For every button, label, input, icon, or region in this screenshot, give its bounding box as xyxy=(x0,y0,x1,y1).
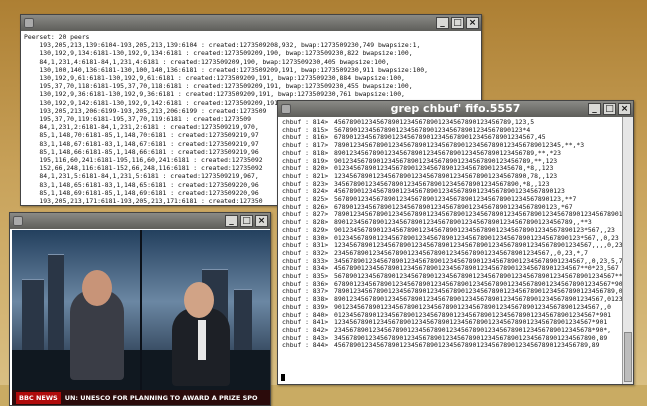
video-person-right-head xyxy=(184,282,214,318)
peerset-header: Peerset: 20 peers xyxy=(24,33,90,41)
peer-line: 195,37,70,118:6181-195,37,70,118:6181 : … xyxy=(24,82,413,91)
video-split-divider xyxy=(140,230,142,390)
video-frame[interactable]: BBC NEWS UN: UNESCO FOR PLANNING TO AWAR… xyxy=(12,230,270,405)
text-cursor xyxy=(281,374,285,381)
close-button[interactable]: × xyxy=(466,17,479,29)
minimize-button[interactable]: _ xyxy=(588,103,601,115)
scrollbar-thumb[interactable] xyxy=(624,332,632,382)
video-person-left-head xyxy=(82,270,112,306)
scrollbar[interactable] xyxy=(622,117,633,384)
peer-line: 84,1,231,4:6181-84,1,231,4:6181 : create… xyxy=(24,57,390,66)
window-title: grep chbuf' fifo.5557 xyxy=(390,102,521,115)
peer-line: 130,192,9,134:6181-130,192,9,134:6181 : … xyxy=(24,49,413,58)
maximize-button[interactable]: □ xyxy=(451,17,464,29)
window-menu-icon[interactable] xyxy=(24,18,34,28)
close-button[interactable]: × xyxy=(618,103,631,115)
minimize-button[interactable]: _ xyxy=(436,17,449,29)
video-player-window[interactable]: _ □ × BBC NEWS UN: UNESCO FOR PLANNING T… xyxy=(9,212,271,406)
peer-line: 130,192,9,36:6181-130,192,9,36:6181 : cr… xyxy=(24,90,405,99)
news-ticker: BBC NEWS UN: UNESCO FOR PLANNING TO AWAR… xyxy=(12,390,270,405)
peer-line: 130,100,140,136:6181-130,100,140,136:618… xyxy=(24,65,428,74)
title-bar[interactable]: grep chbuf' fifo.5557 _ □ × xyxy=(278,101,633,117)
grep-line: chbuf : 844> 4567890123456789012345678901… xyxy=(282,342,621,350)
ticker-brand: BBC NEWS xyxy=(16,391,61,404)
close-button[interactable]: × xyxy=(255,215,268,227)
title-bar[interactable]: _ □ × xyxy=(10,213,270,229)
peer-line: 130,192,9,61:6181-130,192,9,61:6181 : cr… xyxy=(24,74,405,83)
maximize-button[interactable]: □ xyxy=(603,103,616,115)
window-menu-icon[interactable] xyxy=(13,216,23,226)
minimize-button[interactable]: _ xyxy=(225,215,238,227)
title-bar[interactable]: _ □ × xyxy=(21,15,481,31)
grep-line-index: chbuf : 844> xyxy=(282,341,329,350)
grep-line-text: 4567890123456789012345678901234567890123… xyxy=(334,341,600,350)
ticker-text: UN: UNESCO FOR PLANNING TO AWARD A PRIZE… xyxy=(64,393,258,402)
peer-line: 193,205,213,139:6104-193,205,213,139:610… xyxy=(24,41,421,50)
maximize-button[interactable]: □ xyxy=(240,215,253,227)
grep-terminal-window[interactable]: grep chbuf' fifo.5557 _ □ × chbuf : 814>… xyxy=(277,100,634,385)
grep-output: chbuf : 814> 4567890123456789012345678901… xyxy=(282,118,633,350)
video-person-right-shirt xyxy=(198,320,206,360)
